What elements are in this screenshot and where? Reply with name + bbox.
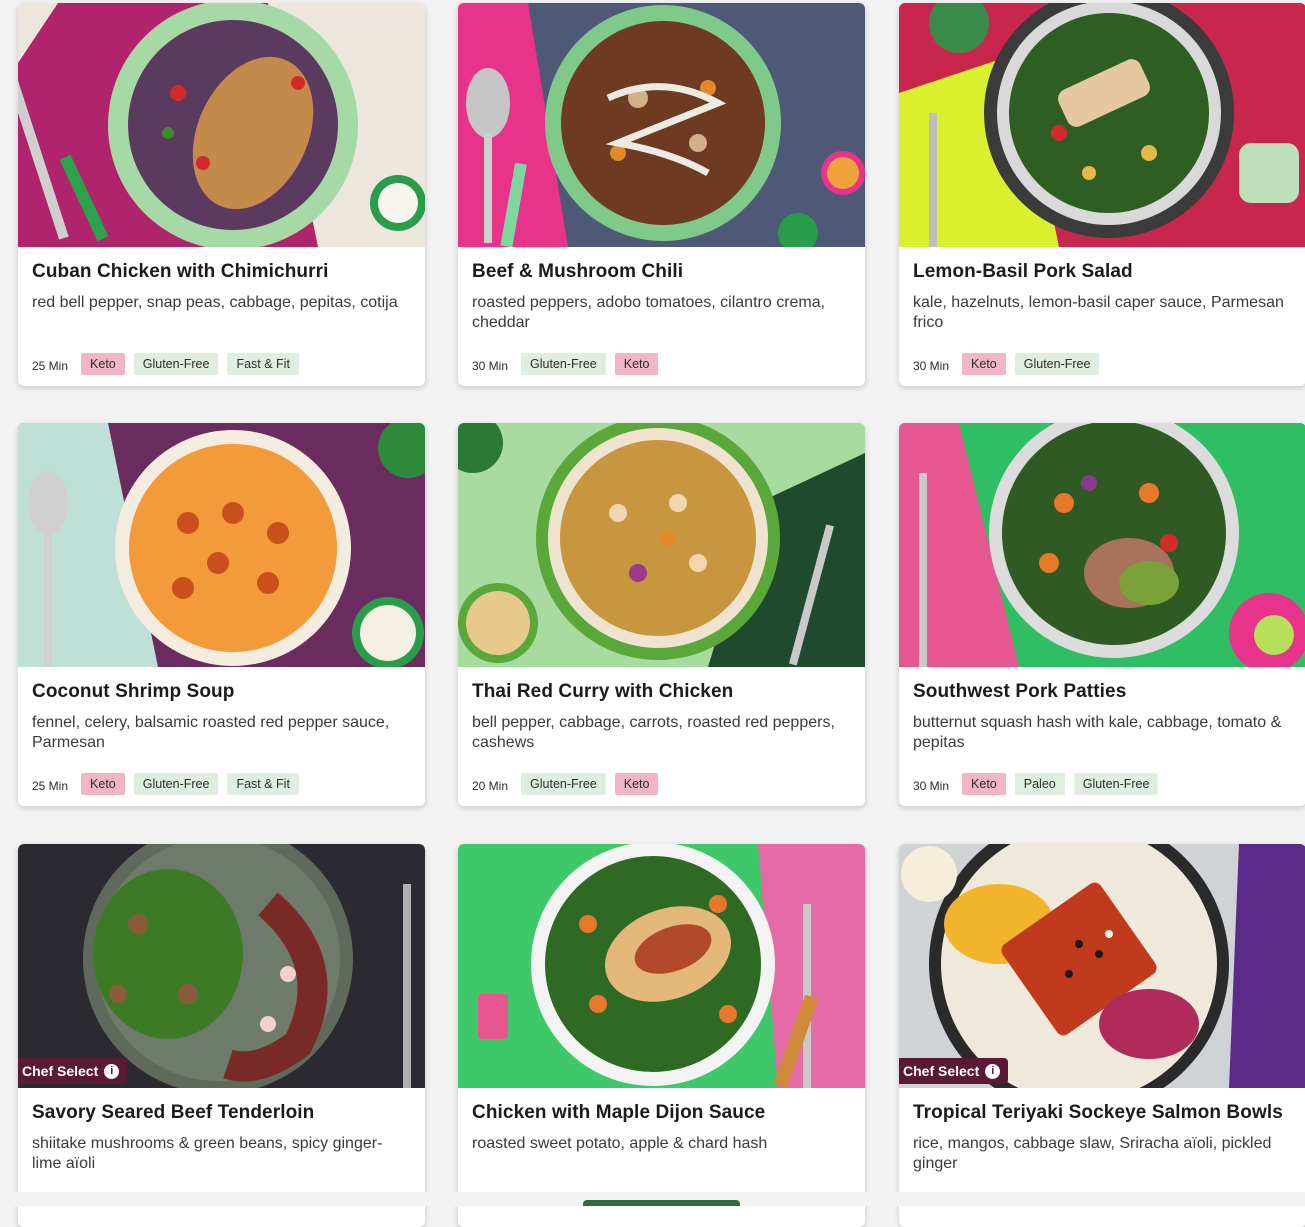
sticky-action-bar[interactable]: [583, 1200, 740, 1206]
meal-description: rice, mangos, cabbage slaw, Sriracha aïo…: [913, 1135, 1272, 1172]
meal-card[interactable]: Chef Select i Tropical Teriyaki Sockeye …: [899, 844, 1305, 1227]
meal-description: roasted sweet potato, apple & chard hash: [472, 1135, 768, 1152]
chef-select-label: Chef Select: [903, 1063, 980, 1079]
meal-title[interactable]: Southwest Pork Patties: [913, 681, 1294, 703]
prep-time: 30 Min: [472, 359, 509, 373]
meal-card[interactable]: Lemon-Basil Pork Salad kale, hazelnuts, …: [899, 3, 1305, 386]
tag-gluten-free: Gluten-Free: [133, 353, 219, 375]
meal-photo-image: [458, 3, 865, 247]
tag-gluten-free: Gluten-Free: [521, 773, 606, 795]
meal-card[interactable]: Southwest Pork Patties butternut squash …: [899, 423, 1305, 806]
meal-meta: 30 Min Keto Gluten-Free: [913, 352, 1100, 376]
tag-fast-fit: Fast & Fit: [227, 773, 299, 795]
tag-keto: Keto: [614, 353, 659, 375]
meal-description: shiitake mushrooms & green beans, spicy …: [32, 1135, 383, 1172]
prep-time: 20 Min: [472, 779, 509, 793]
tag-keto: Keto: [962, 773, 1006, 795]
meal-photo[interactable]: [458, 844, 865, 1088]
tag-keto: Keto: [962, 353, 1006, 375]
tag-keto: Keto: [614, 773, 659, 795]
meal-title[interactable]: Chicken with Maple Dijon Sauce: [472, 1102, 853, 1124]
meal-title[interactable]: Thai Red Curry with Chicken: [472, 681, 853, 703]
info-icon[interactable]: i: [104, 1063, 120, 1079]
meal-photo[interactable]: [899, 844, 1305, 1088]
tag-gluten-free: Gluten-Free: [521, 353, 606, 375]
meal-card[interactable]: Chicken with Maple Dijon Sauce roasted s…: [458, 844, 865, 1227]
meal-title[interactable]: Lemon-Basil Pork Salad: [913, 261, 1294, 283]
tag-keto: Keto: [81, 773, 125, 795]
meal-photo[interactable]: [899, 423, 1305, 667]
meal-description: roasted peppers, adobo tomatoes, cilantr…: [472, 294, 826, 331]
meal-card[interactable]: Cuban Chicken with Chimichurri red bell …: [18, 3, 425, 386]
info-icon[interactable]: i: [985, 1063, 1001, 1079]
prep-time: 25 Min: [32, 779, 69, 793]
meal-description: bell pepper, cabbage, carrots, roasted r…: [472, 714, 835, 751]
meal-photo-image: [18, 844, 425, 1088]
chef-select-badge[interactable]: Chef Select i: [899, 1058, 1009, 1084]
chef-select-label: Chef Select: [22, 1063, 99, 1079]
meal-photo-image: [18, 423, 425, 667]
meal-photo[interactable]: [458, 423, 865, 667]
meal-photo-image: [458, 844, 865, 1088]
tag-paleo: Paleo: [1014, 773, 1065, 795]
meal-photo-image: [458, 423, 865, 667]
meal-photo[interactable]: [899, 3, 1305, 247]
meal-photo-image: [899, 3, 1305, 247]
meal-description: fennel, celery, balsamic roasted red pep…: [32, 714, 390, 751]
meal-card[interactable]: Beef & Mushroom Chili roasted peppers, a…: [458, 3, 865, 386]
meal-card[interactable]: Chef Select i Savory Seared Beef Tenderl…: [18, 844, 425, 1227]
meal-title[interactable]: Cuban Chicken with Chimichurri: [32, 261, 413, 283]
prep-time: 30 Min: [913, 779, 950, 793]
meal-photo[interactable]: [18, 844, 425, 1088]
meal-meta: 25 Min Keto Gluten-Free Fast & Fit: [32, 772, 299, 796]
meal-grid: Cuban Chicken with Chimichurri red bell …: [0, 0, 1305, 1227]
meal-meta: 20 Min Gluten-Free Keto: [472, 772, 659, 796]
tag-gluten-free: Gluten-Free: [1014, 353, 1100, 375]
meal-title[interactable]: Beef & Mushroom Chili: [472, 261, 853, 283]
meal-description: red bell pepper, snap peas, cabbage, pep…: [32, 294, 398, 311]
meal-title[interactable]: Tropical Teriyaki Sockeye Salmon Bowls: [913, 1102, 1294, 1124]
tag-keto: Keto: [81, 353, 125, 375]
tag-gluten-free: Gluten-Free: [133, 773, 219, 795]
meal-meta: 25 Min Keto Gluten-Free Fast & Fit: [32, 352, 299, 376]
meal-photo-image: [18, 3, 425, 247]
meal-title[interactable]: Savory Seared Beef Tenderloin: [32, 1102, 413, 1124]
prep-time: 25 Min: [32, 359, 69, 373]
meal-photo[interactable]: [18, 423, 425, 667]
meal-card[interactable]: Coconut Shrimp Soup fennel, celery, bals…: [18, 423, 425, 806]
meal-photo[interactable]: [18, 3, 425, 247]
tag-fast-fit: Fast & Fit: [227, 353, 299, 375]
meal-description: kale, hazelnuts, lemon-basil caper sauce…: [913, 294, 1284, 331]
tag-gluten-free: Gluten-Free: [1073, 773, 1159, 795]
prep-time: 30 Min: [913, 359, 950, 373]
meal-description: butternut squash hash with kale, cabbage…: [913, 714, 1282, 751]
chef-select-badge[interactable]: Chef Select i: [18, 1058, 128, 1084]
meal-meta: 30 Min Keto Paleo Gluten-Free: [913, 772, 1159, 796]
meal-photo[interactable]: [458, 3, 865, 247]
meal-title[interactable]: Coconut Shrimp Soup: [32, 681, 413, 703]
meal-photo-image: [899, 844, 1305, 1088]
meal-meta: 30 Min Gluten-Free Keto: [472, 352, 659, 376]
meal-photo-image: [899, 423, 1305, 667]
meal-card[interactable]: Thai Red Curry with Chicken bell pepper,…: [458, 423, 865, 806]
